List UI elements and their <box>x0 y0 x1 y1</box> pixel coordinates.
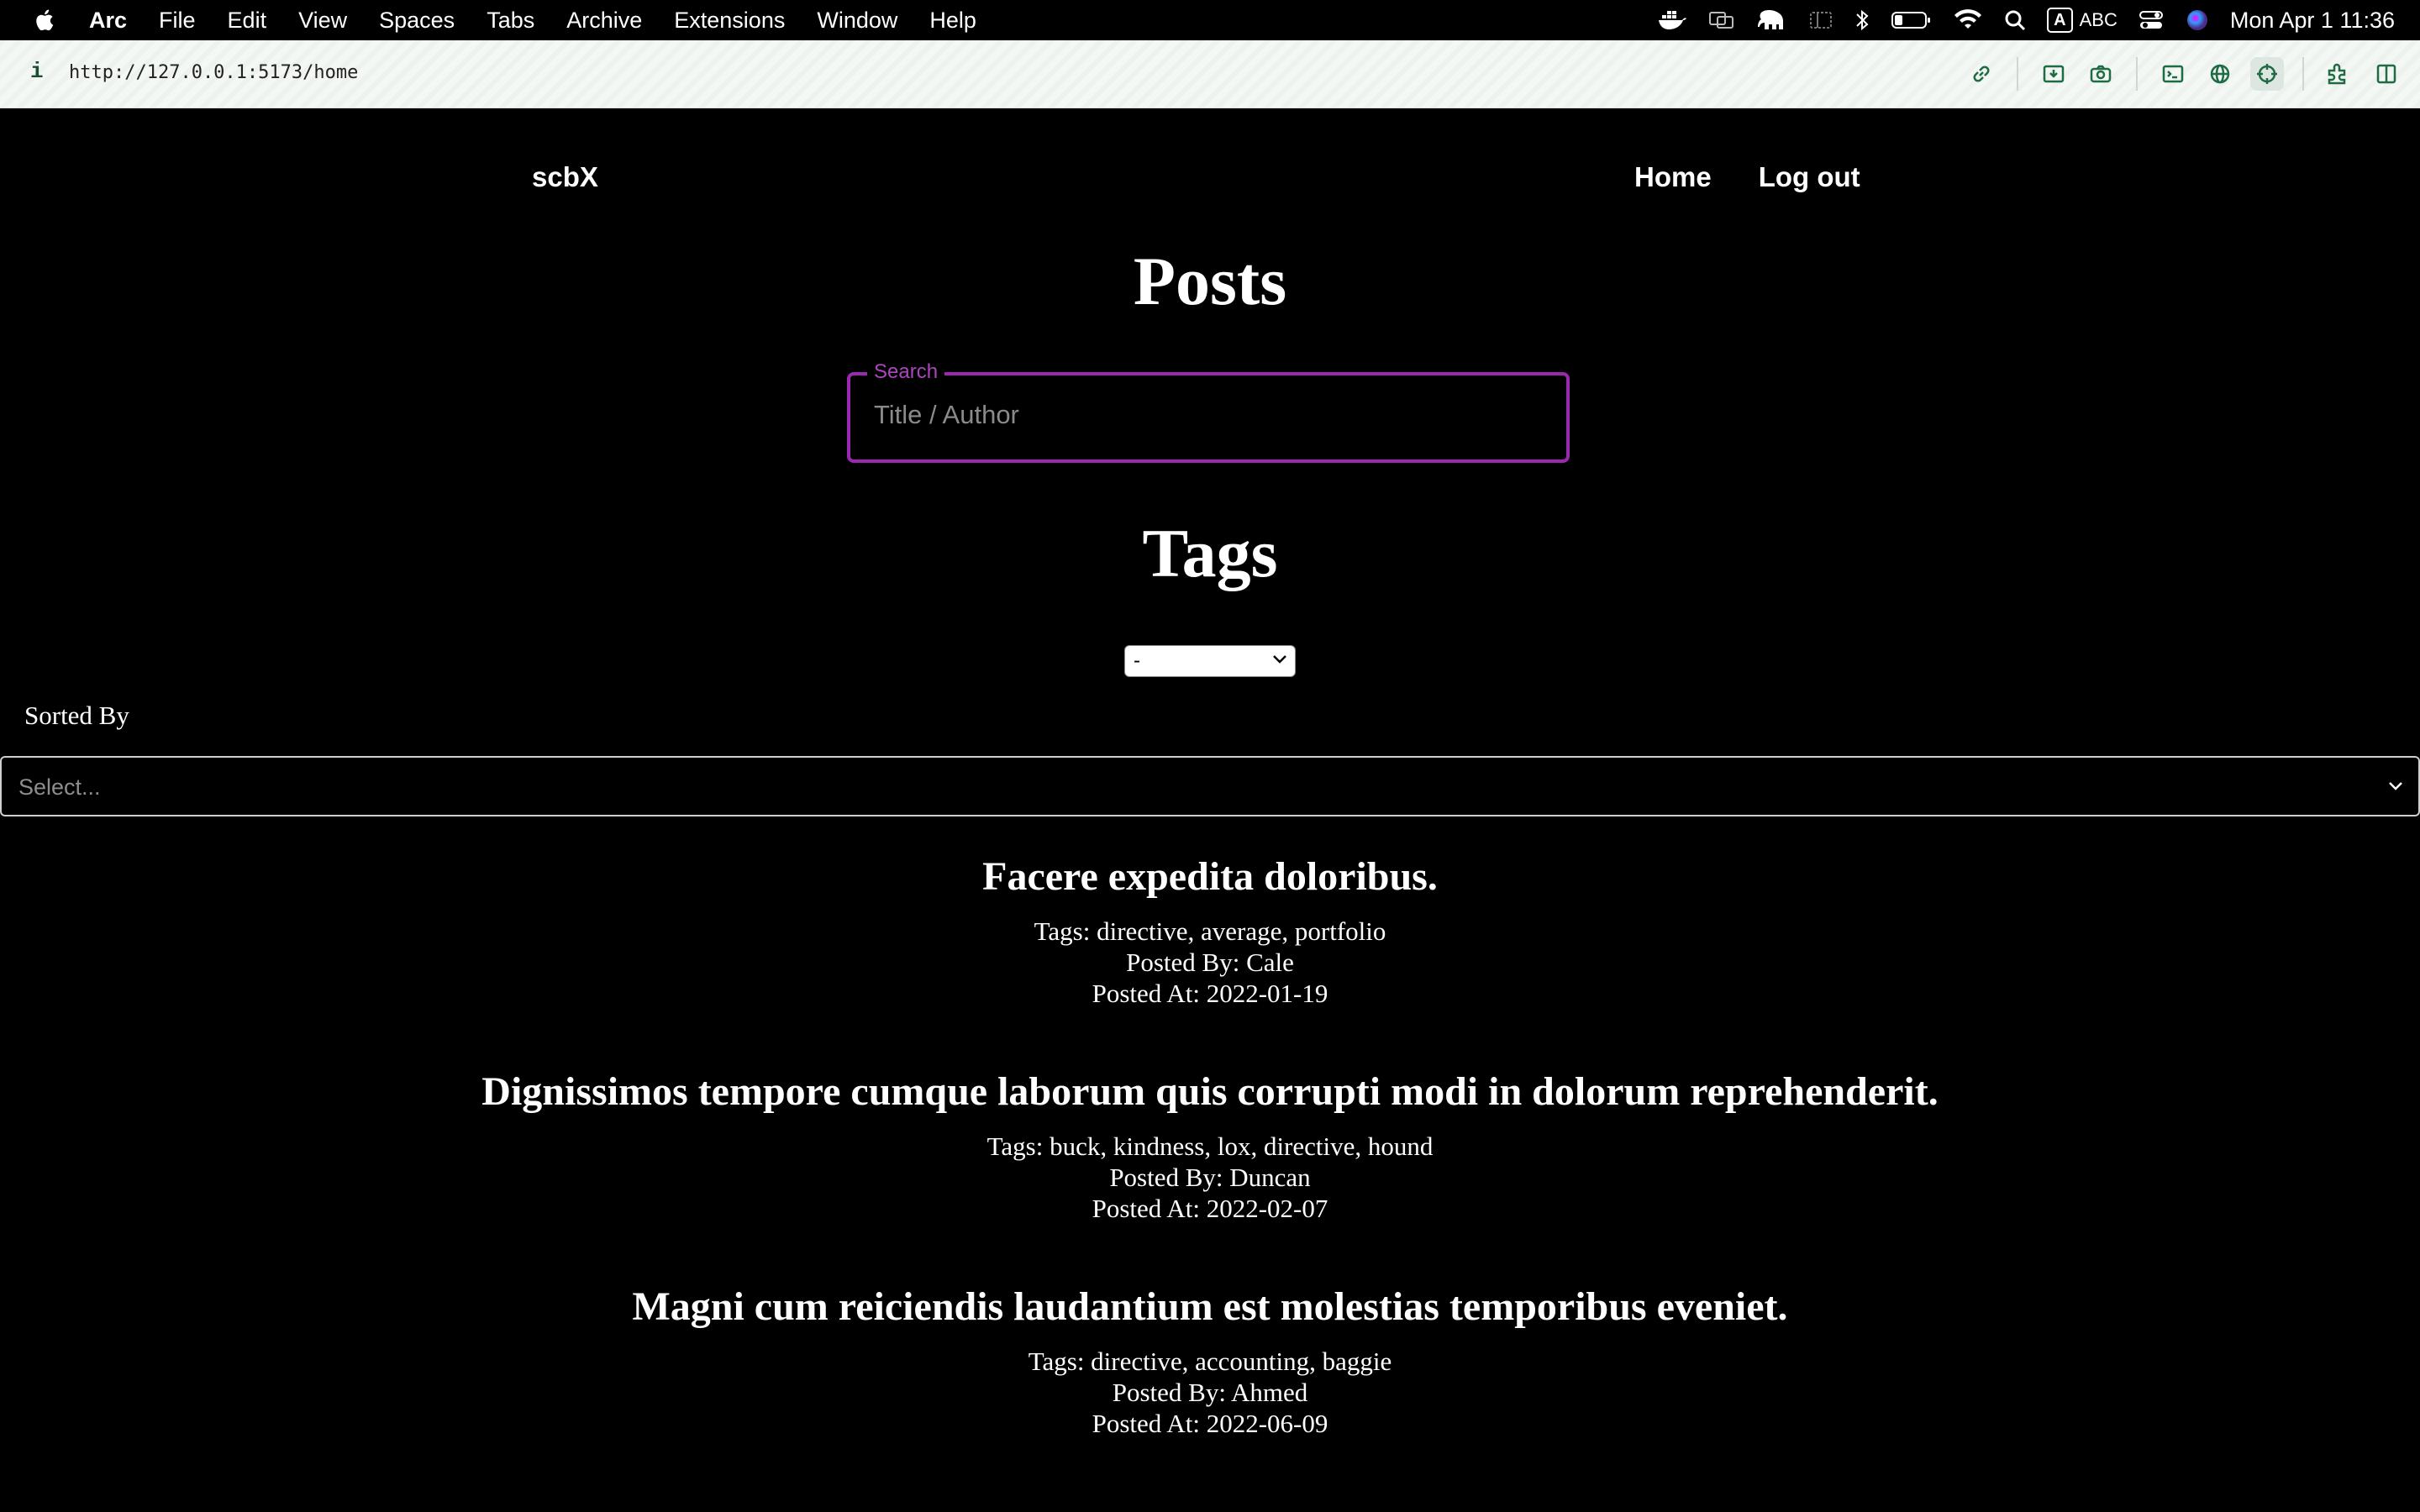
menu-file[interactable]: File <box>159 8 196 34</box>
siri-icon[interactable] <box>2185 8 2210 33</box>
post-tags: Tags: buck, kindness, lox, directive, ho… <box>986 1131 1434 1161</box>
post-author: Posted By: Ahmed <box>1112 1378 1308 1407</box>
menu-tabs[interactable]: Tabs <box>487 8 534 34</box>
menu-view[interactable]: View <box>298 8 347 34</box>
sidebar-icon[interactable] <box>1808 9 1833 31</box>
nav-link-home[interactable]: Home <box>1634 161 1712 193</box>
chevron-down-icon <box>2389 782 2402 790</box>
camera-icon[interactable] <box>2084 57 2118 91</box>
posts-list: Facere expedita doloribus. Tags: directi… <box>0 848 2420 1494</box>
input-badge: A <box>2047 8 2073 33</box>
docker-icon[interactable] <box>1657 8 1687 32</box>
search-field[interactable]: Search <box>847 360 1570 463</box>
toolbar-divider <box>2302 57 2304 91</box>
app-menus: Arc File Edit View Spaces Tabs Archive E… <box>89 8 1008 34</box>
menu-archive[interactable]: Archive <box>566 8 642 34</box>
post-title[interactable]: Magni cum reiciendis laudantium est mole… <box>0 1278 2420 1336</box>
status-menu-extras: A ABC Mon Apr 1 11:36 <box>1637 0 2395 40</box>
apple-logo-icon[interactable] <box>32 7 59 34</box>
tags-heading: Tags <box>1142 515 1278 591</box>
menu-edit[interactable]: Edit <box>228 8 267 34</box>
site-navbar: scbX Home Log out <box>0 108 2420 249</box>
nav-link-logout[interactable]: Log out <box>1759 161 1860 193</box>
post-item: Facere expedita doloribus. Tags: directi… <box>0 848 2420 1063</box>
browser-url-bar: i http://127.0.0.1:5173/home <box>0 40 2420 108</box>
bluetooth-icon[interactable] <box>1854 8 1870 33</box>
post-author: Posted By: Duncan <box>1109 1163 1311 1192</box>
post-date: Posted At: 2022-01-19 <box>1092 979 1328 1008</box>
terminal-icon[interactable] <box>2156 57 2190 91</box>
clock[interactable]: Mon Apr 1 11:36 <box>2230 8 2395 34</box>
extensions-icon[interactable] <box>2323 57 2356 91</box>
nav-links: Home Log out <box>1634 161 1907 193</box>
menu-extensions[interactable]: Extensions <box>674 8 785 34</box>
display-icon[interactable] <box>1707 8 1736 32</box>
search-label: Search <box>867 360 945 384</box>
post-tags: Tags: directive, accounting, baggie <box>1028 1347 1392 1376</box>
toolbar-divider <box>2017 57 2018 91</box>
sort-select[interactable]: Select... <box>0 756 2420 816</box>
tableplus-elephant-icon[interactable] <box>1756 8 1788 33</box>
input-source-indicator[interactable]: A ABC <box>2047 8 2118 33</box>
sorted-by-label: Sorted By <box>24 701 129 730</box>
post-item: Magni cum reiciendis laudantium est mole… <box>0 1278 2420 1494</box>
split-view-icon[interactable] <box>2370 57 2403 91</box>
input-source-label: ABC <box>2079 9 2118 30</box>
search-input[interactable] <box>872 399 1531 431</box>
post-author: Posted By: Cale <box>1126 948 1294 977</box>
wifi-icon[interactable] <box>1953 8 1983 32</box>
menu-window[interactable]: Window <box>817 8 897 34</box>
post-title[interactable]: Facere expedita doloribus. <box>0 848 2420 906</box>
post-title[interactable]: Dignissimos tempore cumque laborum quis … <box>0 1063 2420 1121</box>
tags-select-value: - <box>1134 649 1140 672</box>
battery-icon[interactable] <box>1891 9 1933 31</box>
control-center-icon[interactable] <box>2138 8 2165 32</box>
post-date: Posted At: 2022-06-09 <box>1092 1409 1328 1438</box>
sort-select-placeholder: Select... <box>18 774 101 800</box>
url-field[interactable]: http://127.0.0.1:5173/home <box>69 62 358 83</box>
copy-link-icon[interactable] <box>1965 57 1998 91</box>
chevron-down-icon <box>1273 655 1286 664</box>
toolbar-divider <box>2136 57 2138 91</box>
capture-icon[interactable] <box>2037 57 2070 91</box>
post-item: Dignissimos tempore cumque laborum quis … <box>0 1063 2420 1278</box>
brand-logo[interactable]: scbX <box>532 161 598 193</box>
globe-icon[interactable] <box>2203 57 2237 91</box>
menu-spaces[interactable]: Spaces <box>379 8 455 34</box>
tags-select[interactable]: - <box>1124 645 1296 677</box>
search-icon[interactable] <box>2003 8 2027 32</box>
menu-bar: Arc File Edit View Spaces Tabs Archive E… <box>0 0 2420 40</box>
post-date: Posted At: 2022-02-07 <box>1092 1194 1328 1223</box>
browser-toolbar <box>1951 40 2403 108</box>
post-tags: Tags: directive, average, portfolio <box>1034 916 1386 946</box>
site-info-icon[interactable]: i <box>30 59 44 84</box>
crosshair-icon[interactable] <box>2250 57 2284 91</box>
menu-app-arc[interactable]: Arc <box>89 8 127 34</box>
menu-help[interactable]: Help <box>929 8 976 34</box>
page-title-posts: Posts <box>1133 243 1287 319</box>
